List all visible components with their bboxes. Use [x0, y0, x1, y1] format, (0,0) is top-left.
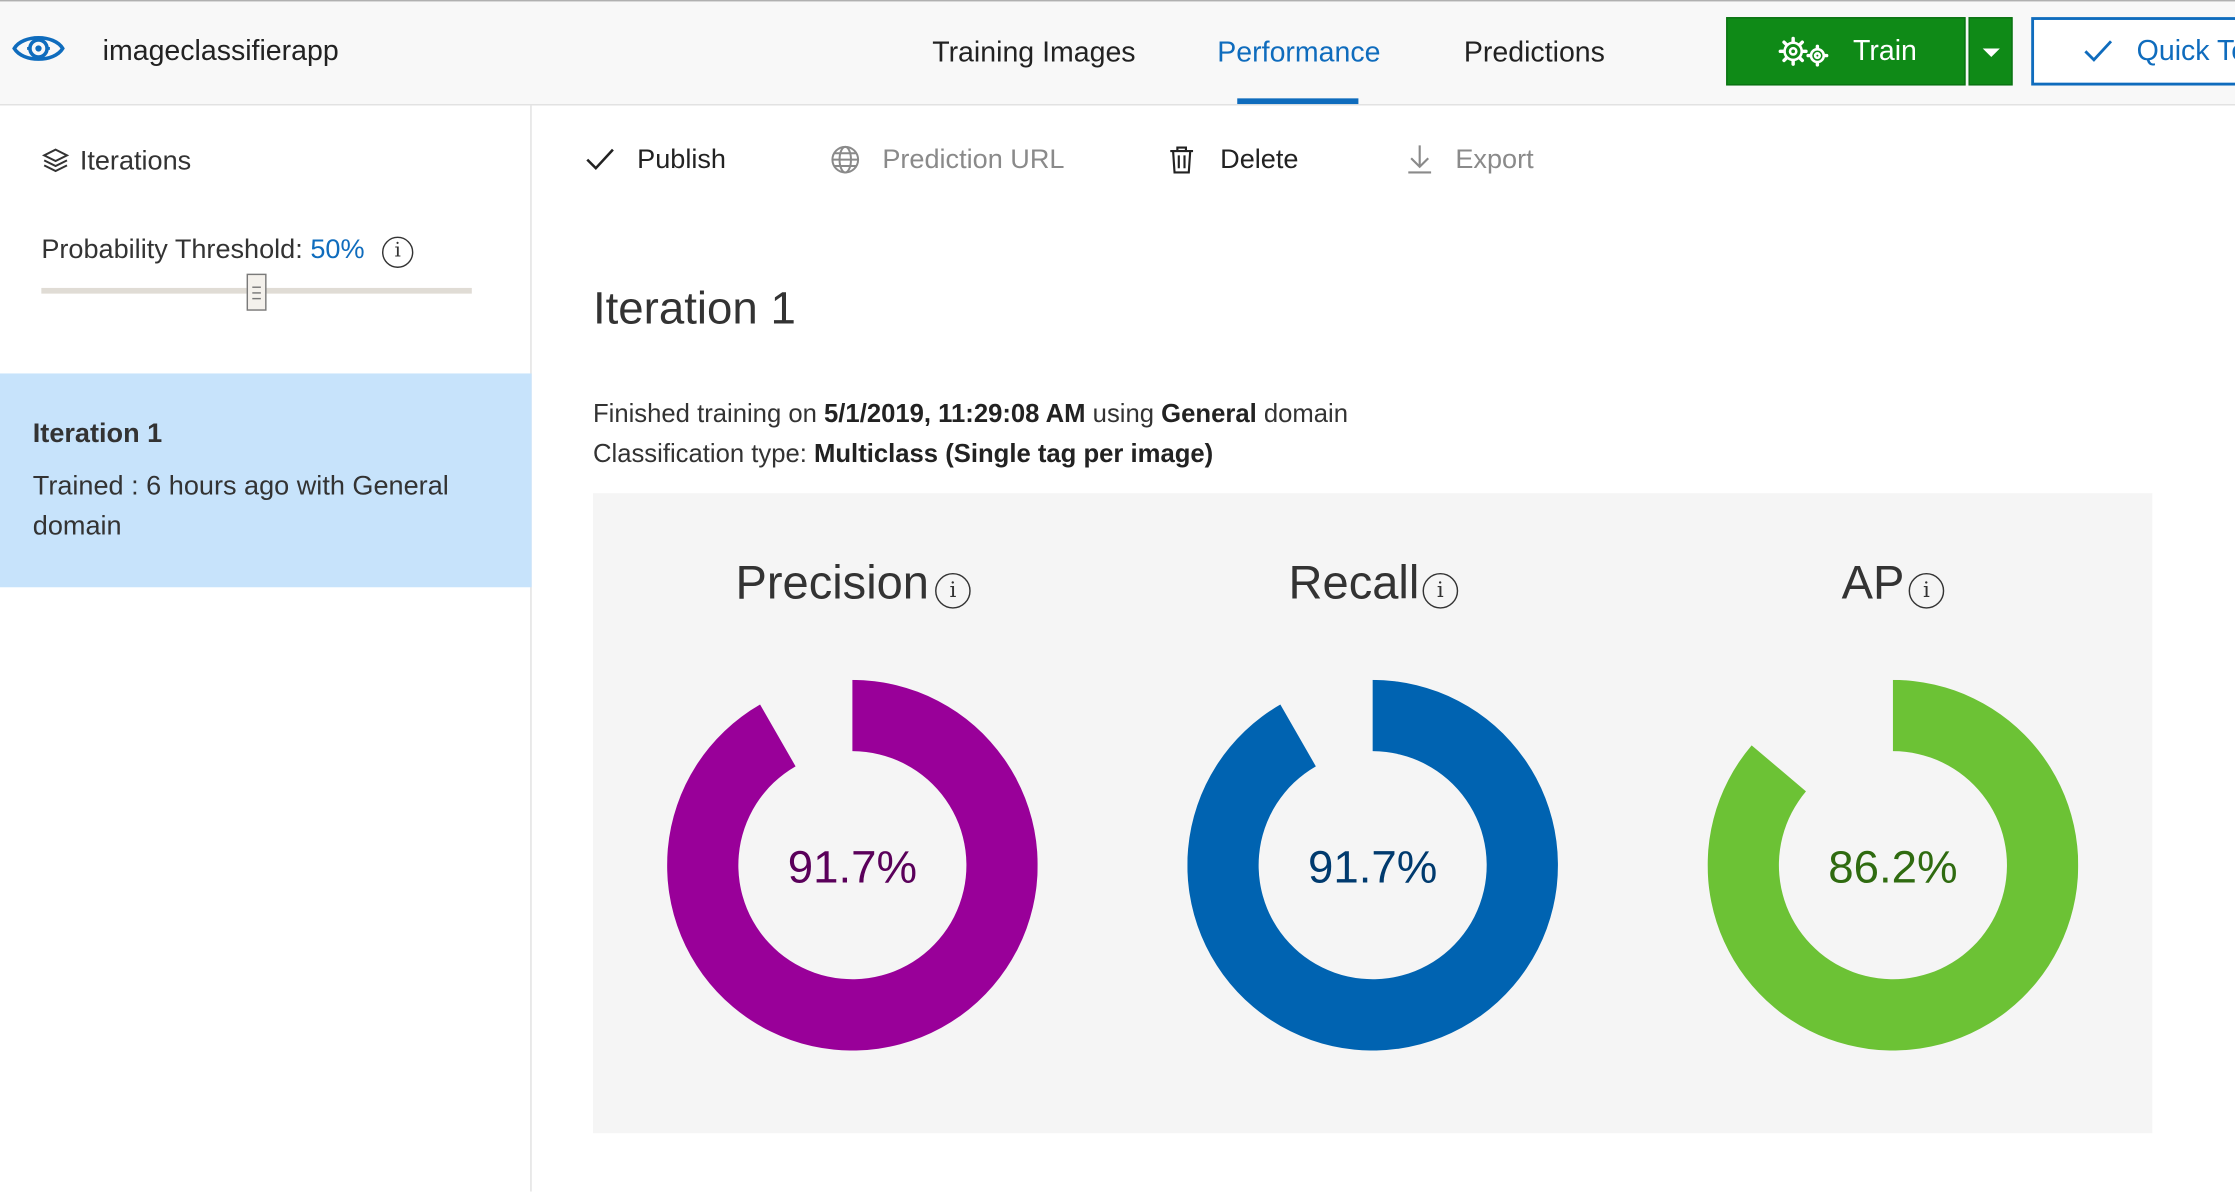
download-icon: [1408, 145, 1432, 174]
metrics-panel: Precision i 91.7% Recall i 91.7% AP i 86…: [592, 493, 2153, 1134]
recall-title: Recall: [1288, 555, 1420, 609]
probability-threshold-label: Probability Threshold: 50%: [41, 235, 364, 266]
recall-value: 91.7%: [1307, 840, 1438, 893]
layers-icon: [41, 148, 70, 173]
domain-suffix: domain: [1256, 399, 1349, 428]
train-button[interactable]: Train: [1726, 17, 1966, 86]
training-finished-line: Finished training on 5/1/2019, 11:29:08 …: [593, 399, 1348, 429]
finished-prefix: Finished training on: [592, 399, 825, 428]
ap-value: 86.2%: [1828, 840, 1958, 893]
active-tab-indicator: [1237, 98, 1359, 105]
tab-training-images[interactable]: Training Images: [932, 37, 1135, 70]
app-name: imageclassifierapp: [102, 35, 339, 67]
gears-icon: [1778, 36, 1829, 67]
iteration-list-item[interactable]: Iteration 1 Trained : 6 hours ago with G…: [0, 373, 532, 588]
quick-test-button[interactable]: Quick Te: [2031, 17, 2235, 86]
iterations-heading: Iterations: [79, 146, 192, 177]
tab-performance[interactable]: Performance: [1217, 37, 1380, 70]
threshold-value: 50%: [310, 235, 365, 266]
publish-button[interactable]: Publish: [637, 145, 726, 176]
finished-using: using: [1085, 399, 1162, 428]
precision-value: 91.7%: [787, 840, 918, 893]
quick-test-label: Quick Te: [2136, 35, 2235, 67]
caret-down-icon: [1982, 48, 2000, 58]
eye-gear-icon[interactable]: [11, 30, 65, 67]
prediction-url-button[interactable]: Prediction URL: [882, 145, 1064, 176]
threshold-info-icon[interactable]: i: [382, 236, 414, 268]
tab-predictions[interactable]: Predictions: [1464, 37, 1605, 70]
trash-icon: [1170, 146, 1194, 174]
check-icon: [2084, 40, 2113, 62]
delete-button[interactable]: Delete: [1220, 145, 1298, 176]
train-dropdown-button[interactable]: [1968, 17, 2013, 86]
export-button[interactable]: Export: [1455, 145, 1533, 176]
ap-title: AP: [1841, 555, 1905, 609]
classification-type: Multiclass (Single tag per image): [814, 439, 1214, 468]
finished-date: 5/1/2019, 11:29:08 AM: [824, 399, 1086, 428]
globe-icon: [831, 145, 860, 174]
threshold-slider-thumb[interactable]: [246, 273, 267, 311]
classification-type-line: Classification type: Multiclass (Single …: [593, 439, 1213, 469]
precision-info-icon[interactable]: i: [935, 573, 971, 609]
app-window: imageclassifierapp Training Images Perfo…: [0, 0, 2235, 1192]
top-bar: imageclassifierapp Training Images Perfo…: [0, 0, 2235, 106]
iterations-sidebar: Iterations Probability Threshold: 50% i …: [0, 105, 532, 1192]
classification-prefix: Classification type:: [592, 439, 815, 468]
threshold-text: Probability Threshold:: [41, 235, 303, 266]
page-title: Iteration 1: [592, 282, 796, 334]
train-button-label: Train: [1853, 35, 1917, 67]
iteration-title: Iteration 1: [32, 419, 163, 450]
iteration-description: Trained : 6 hours ago with General domai…: [32, 471, 449, 542]
check-icon: [586, 148, 614, 171]
ap-info-icon[interactable]: i: [1908, 573, 1945, 609]
domain-name: General: [1161, 399, 1257, 428]
recall-info-icon[interactable]: i: [1422, 573, 1459, 609]
precision-title: Precision: [735, 555, 929, 609]
